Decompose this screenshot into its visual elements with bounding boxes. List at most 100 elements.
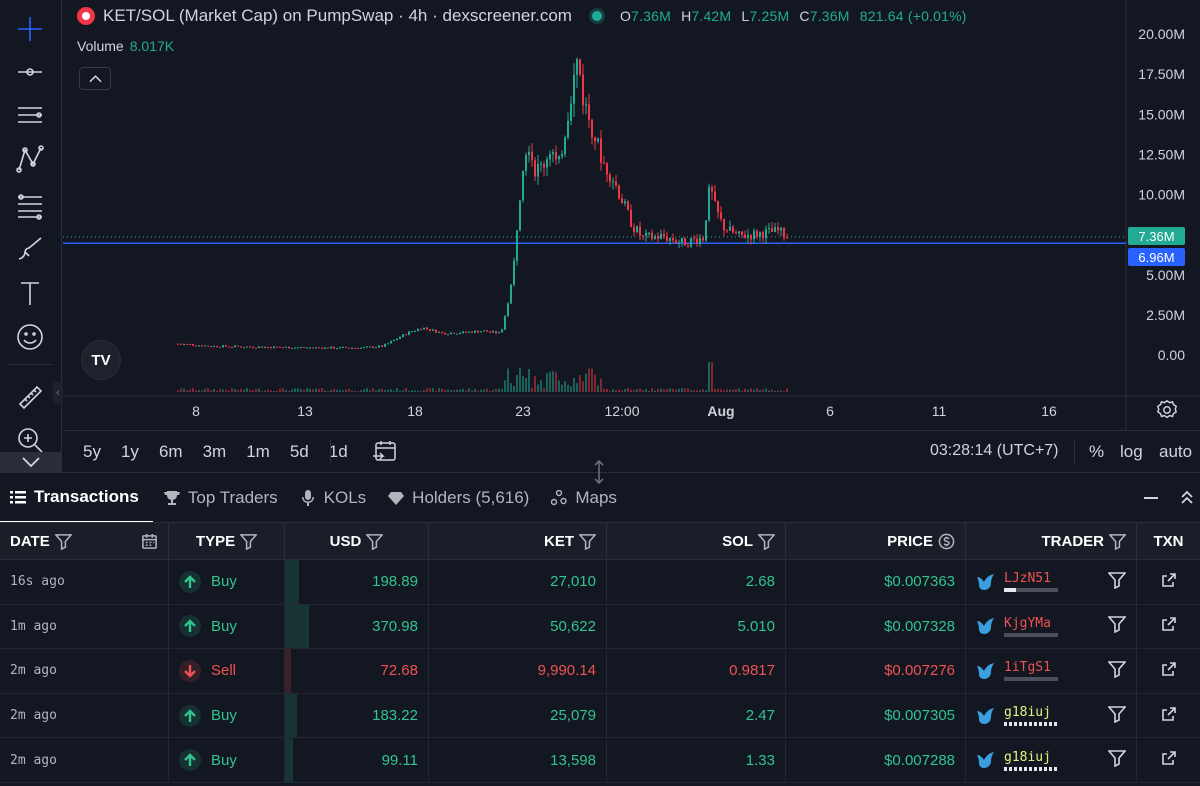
auto-scale-button[interactable]: auto [1159, 442, 1192, 462]
trader-avatar-icon [976, 707, 996, 725]
candle-body [576, 59, 578, 75]
volume-bar [540, 380, 542, 392]
filter-trader-button[interactable] [1107, 749, 1127, 771]
filter-trader-button[interactable] [1107, 571, 1127, 593]
legend-collapse-button[interactable] [79, 67, 111, 90]
header-ket[interactable]: KET [429, 523, 607, 559]
minimize-panel-button[interactable] [1142, 488, 1160, 511]
volume-bar [453, 390, 455, 392]
trader-link[interactable]: 1iTgS1 [1004, 660, 1058, 682]
candle-body [573, 74, 575, 104]
filter-icon[interactable] [366, 533, 384, 550]
date-range-icon[interactable] [372, 440, 398, 464]
chart-settings-button[interactable] [1156, 399, 1180, 423]
fib-retracement-icon[interactable] [11, 186, 49, 224]
filter-icon[interactable] [758, 533, 775, 550]
candle-body [414, 330, 416, 332]
tradingview-logo[interactable]: TV [81, 340, 121, 380]
brush-icon[interactable] [11, 230, 49, 268]
volume-bar [342, 390, 344, 392]
volume-bar [666, 388, 668, 392]
filter-trader-button[interactable] [1107, 660, 1127, 682]
volume-bar [261, 390, 263, 392]
trend-line-icon[interactable] [11, 53, 49, 91]
table-row[interactable]: 2m ago Buy 99.11 13,598 1.33 $0.007288 g18iuj [0, 738, 1200, 783]
candle-body [768, 228, 770, 230]
percent-scale-button[interactable]: % [1089, 442, 1104, 462]
toolbar-scroll-down[interactable] [0, 452, 62, 472]
range-1m-button[interactable]: 1m [246, 442, 270, 462]
currency-toggle-icon[interactable] [938, 533, 955, 550]
header-price[interactable]: PRICE [786, 523, 966, 559]
candle-body [417, 329, 419, 331]
tab-transactions[interactable]: Transactions [0, 473, 153, 523]
external-link-icon [1161, 617, 1176, 632]
trader-link[interactable]: KjgYMa [1004, 616, 1058, 637]
trader-link[interactable]: g18iuj [1004, 750, 1058, 771]
filter-icon[interactable] [240, 533, 258, 550]
trader-link[interactable]: LJzN51 [1004, 571, 1058, 593]
cell-txn [1137, 605, 1200, 649]
table-row[interactable]: 1m ago Buy 370.98 50,622 5.010 $0.007328 KjgYM… [0, 604, 1200, 650]
candle-body [771, 228, 773, 232]
volume-bar [408, 390, 410, 392]
text-tool-icon[interactable] [11, 274, 49, 312]
candle-body [729, 226, 731, 231]
open-transaction-button[interactable] [1161, 706, 1177, 726]
candle-body [285, 346, 287, 348]
calendar-icon[interactable] [141, 533, 158, 550]
range-1y-button[interactable]: 1y [121, 442, 139, 462]
tab-kols[interactable]: KOLs [289, 473, 378, 523]
filter-trader-button[interactable] [1107, 615, 1127, 637]
range-6m-button[interactable]: 6m [159, 442, 183, 462]
header-sol[interactable]: SOL [607, 523, 786, 559]
tab-top-traders[interactable]: Top Traders [153, 473, 289, 523]
chart-area[interactable]: 20.00M 17.50M 15.00M 12.50M 10.00M 5.00M 2.50M… [63, 0, 1200, 472]
candle-body [597, 138, 599, 142]
tab-holders[interactable]: Holders (5,616) [377, 473, 540, 523]
tab-maps[interactable]: Maps [540, 473, 628, 523]
volume-bar [555, 372, 557, 392]
open-transaction-button[interactable] [1161, 750, 1177, 770]
volume-bar [288, 390, 290, 392]
range-5d-button[interactable]: 5d [290, 442, 309, 462]
table-row[interactable]: 2m ago Buy 183.22 25,079 2.47 $0.007305 g18iuj [0, 693, 1200, 739]
range-1d-button[interactable]: 1d [329, 442, 348, 462]
header-date[interactable]: DATE [0, 523, 169, 559]
emoji-icon[interactable] [11, 318, 49, 356]
header-type[interactable]: TYPE [169, 523, 285, 559]
pattern-icon[interactable] [11, 140, 49, 178]
open-transaction-button[interactable] [1161, 616, 1177, 636]
filter-trader-button[interactable] [1107, 705, 1127, 727]
chart-clock[interactable]: 03:28:14 (UTC+7) [930, 442, 1059, 460]
trader-link[interactable]: g18iuj [1004, 705, 1058, 727]
crosshair-icon[interactable] [11, 10, 49, 48]
volume-bar [501, 389, 503, 392]
range-5y-button[interactable]: 5y [83, 442, 101, 462]
volume-bar [657, 388, 659, 392]
volume-bar [210, 390, 212, 392]
table-row[interactable]: 2m ago Sell 72.68 9,990.14 0.9817 $0.007276 1i… [0, 649, 1200, 694]
filter-icon[interactable] [54, 533, 72, 550]
ruler-icon[interactable] [11, 378, 49, 416]
expand-panel-button[interactable] [1180, 488, 1194, 511]
price-chart[interactable]: 20.00M 17.50M 15.00M 12.50M 10.00M 5.00M 2.50M… [63, 0, 1200, 430]
volume-label: Volume [77, 38, 124, 54]
open-transaction-button[interactable] [1161, 661, 1177, 681]
volume-bar [771, 389, 773, 392]
candle-body [501, 329, 503, 333]
table-body: 16s ago Buy 198.89 27,010 2.68 $0.007363 LJzN5… [0, 560, 1200, 783]
range-3m-button[interactable]: 3m [203, 442, 227, 462]
header-trader[interactable]: TRADER [966, 523, 1137, 559]
panel-resize-handle[interactable] [593, 460, 605, 487]
filter-icon[interactable] [1109, 533, 1126, 550]
horizontal-lines-icon[interactable] [11, 96, 49, 134]
toolbar-collapse-handle[interactable]: ‹ [53, 382, 63, 404]
table-row[interactable]: 16s ago Buy 198.89 27,010 2.68 $0.007363 LJzN5… [0, 560, 1200, 605]
header-usd[interactable]: USD [285, 523, 429, 559]
filter-icon[interactable] [579, 533, 596, 550]
candle-body [582, 74, 584, 106]
open-transaction-button[interactable] [1161, 572, 1177, 592]
candle-body [633, 226, 635, 233]
log-scale-button[interactable]: log [1120, 442, 1143, 462]
